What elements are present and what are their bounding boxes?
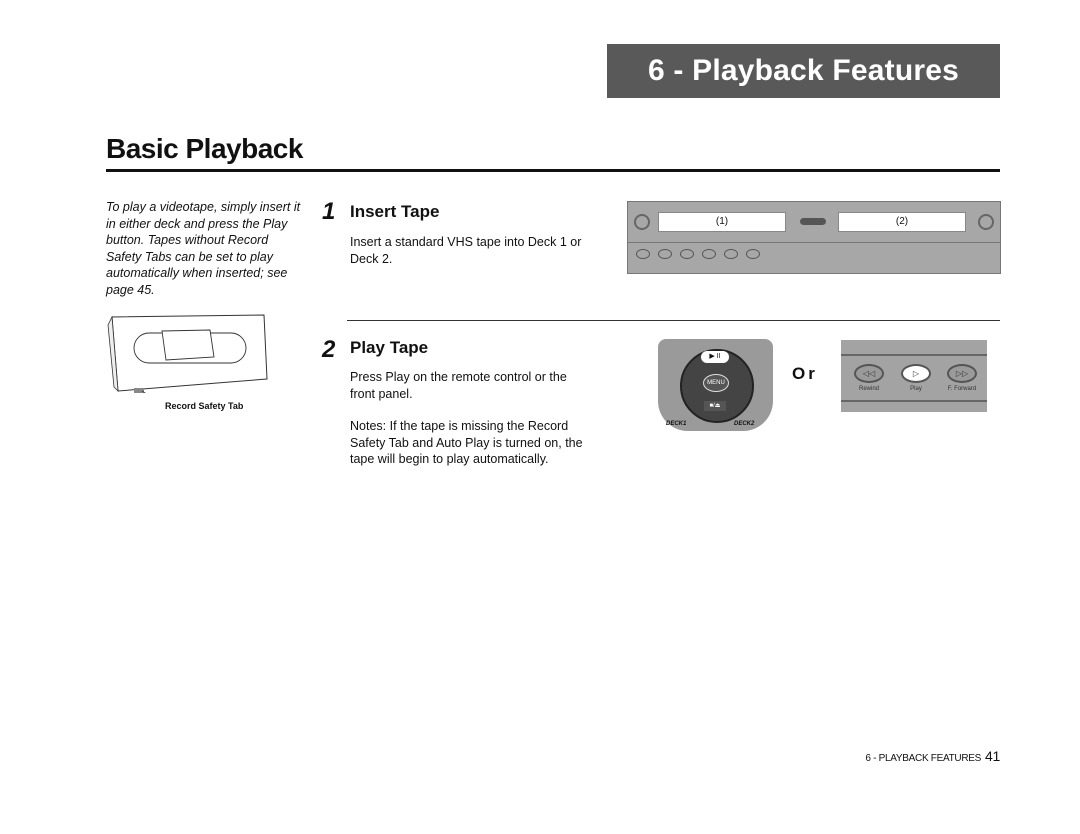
step-2-text: Press Play on the remote control or the … — [350, 370, 567, 401]
step-2-note: Notes: If the tape is missing the Record… — [350, 419, 583, 466]
page-number: 41 — [985, 748, 1000, 764]
remote-deck1-label: DECK1 — [666, 421, 687, 427]
deck-2-slot: (2) — [838, 212, 966, 232]
play-button-icon: ▷ — [901, 364, 931, 383]
brand-logo — [800, 218, 826, 225]
page-footer: 6 - PLAYBACK FEATURES 41 — [865, 748, 1000, 764]
title-rule — [106, 169, 1000, 172]
remote-control-illustration: ▶ II MENU ■/⏏ DECK1 DECK2 — [658, 339, 773, 431]
intro-text: To play a videotape, simply insert it in… — [106, 200, 301, 297]
or-label: Or — [792, 364, 818, 383]
step-divider — [347, 320, 1000, 321]
deck-1-slot: (1) — [658, 212, 786, 232]
vcr-button — [636, 249, 650, 259]
step-2-title: Play Tape — [350, 338, 429, 357]
step-2-number: 2 — [322, 336, 336, 363]
power-knob-icon — [634, 214, 650, 230]
step-1-title: Insert Tape — [350, 202, 440, 221]
vcr-divider — [628, 242, 1000, 243]
page-title: Basic Playback — [106, 133, 303, 164]
vcr-front-panel-illustration: (1) (2) — [627, 201, 1001, 274]
panel-line — [841, 354, 987, 356]
fast-forward-label: F. Forward — [947, 386, 977, 392]
chapter-banner: 6 - Playback Features — [607, 44, 1000, 98]
deck-2-label: 2 — [899, 216, 905, 227]
vcr-button-row — [636, 249, 760, 259]
vhs-cassette-illustration — [107, 314, 268, 393]
vcr-button — [680, 249, 694, 259]
play-label: Play — [910, 386, 922, 392]
vcr-button — [702, 249, 716, 259]
rewind-button-icon: ◁◁ — [854, 364, 884, 383]
vcr-button — [724, 249, 738, 259]
eject-knob-icon — [978, 214, 994, 230]
rewind-label: Rewind — [858, 386, 879, 392]
footer-section: 6 - PLAYBACK FEATURES — [865, 753, 982, 764]
remote-deck2-label: DECK2 — [734, 421, 755, 427]
deck-1-label: 1 — [719, 216, 725, 227]
panel-line — [841, 400, 987, 402]
front-panel-buttons-illustration: ◁◁ ▷ ▷▷ Rewind Play F. Forward — [841, 340, 987, 412]
stop-eject-button: ■/⏏ — [704, 401, 726, 411]
menu-button: MENU — [703, 374, 729, 392]
record-safety-tab-caption: Record Safety Tab — [165, 401, 244, 411]
vcr-button — [746, 249, 760, 259]
step-1-text: Insert a standard VHS tape into Deck 1 o… — [350, 235, 582, 266]
vcr-button — [658, 249, 672, 259]
step-1-number: 1 — [322, 198, 336, 225]
play-pause-button: ▶ II — [701, 351, 729, 363]
fast-forward-button-icon: ▷▷ — [947, 364, 977, 383]
